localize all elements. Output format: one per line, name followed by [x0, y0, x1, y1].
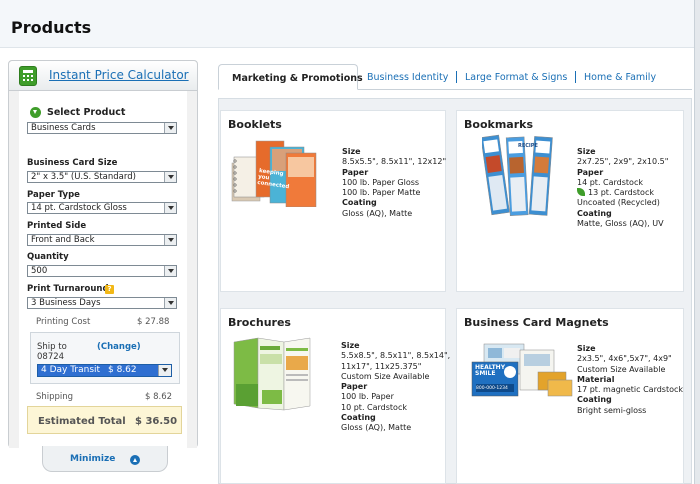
- print-turnaround-value: 3 Business Days: [31, 298, 101, 308]
- bookmarks-spec-list: Size 2x7.25", 2x9", 2x10.5" Paper 14 pt.…: [577, 147, 668, 229]
- printed-side-select[interactable]: Front and Back: [27, 234, 177, 246]
- tab-label: Marketing & Promotions: [232, 73, 363, 84]
- spec-heading: Size: [577, 344, 596, 353]
- spec-heading: Size: [342, 147, 361, 156]
- paper-type-label: Paper Type: [27, 190, 80, 200]
- spec-line: Uncoated (Recycled): [577, 198, 660, 208]
- chevron-down-icon: [164, 172, 176, 182]
- print-turnaround-label: Print Turnaround: [27, 284, 109, 294]
- quantity-value: 500: [31, 266, 48, 276]
- spec-line: 2x7.25", 2x9", 2x10.5": [577, 157, 669, 167]
- magnet-phone-text: 800-000-1234: [476, 386, 508, 391]
- printing-cost-value: $ 27.88: [137, 317, 170, 327]
- chevron-down-icon: [164, 235, 176, 245]
- spec-line: 10 pt. Cardstock: [341, 402, 407, 412]
- transit-value: 4 Day Transit: [41, 365, 101, 375]
- card-size-value: 2" x 3.5" (U.S. Standard): [31, 172, 136, 182]
- paper-type-value: 14 pt. Cardstock Gloss: [31, 203, 127, 213]
- tab-divider: [456, 71, 457, 83]
- estimated-total-value: $ 36.50: [135, 416, 178, 427]
- card-size-label: Business Card Size: [27, 158, 118, 168]
- bookmark-recipe-text: RECIPE: [518, 143, 538, 149]
- tab-home-family[interactable]: Home & Family: [584, 72, 656, 83]
- shipping-label: Shipping: [36, 392, 74, 402]
- page-title: Products: [11, 18, 92, 37]
- select-product-arrow-icon: [30, 107, 41, 118]
- brochures-thumbnail[interactable]: [232, 334, 328, 417]
- spec-heading: Paper: [577, 167, 604, 177]
- paper-type-select[interactable]: 14 pt. Cardstock Gloss: [27, 202, 177, 214]
- ship-zip: 08724: [37, 352, 65, 362]
- spec-line: 11x17", 11x25.375": [341, 361, 422, 371]
- magnets-spec-list: Size 2x3.5", 4x6",5x7", 4x9" Custom Size…: [577, 344, 683, 416]
- spec-heading: Size: [341, 341, 360, 350]
- spec-heading: Paper: [341, 382, 368, 392]
- spec-line: Custom Size Available: [341, 371, 430, 381]
- change-shipping-link[interactable]: (Change): [97, 342, 141, 352]
- spec-heading: Coating: [341, 413, 376, 423]
- calculator-header: Instant Price Calculator: [9, 61, 197, 91]
- spec-line: Gloss (AQ), Matte: [342, 208, 413, 218]
- quantity-label: Quantity: [27, 252, 69, 262]
- spec-heading: Paper: [342, 167, 369, 177]
- spec-line: 2x3.5", 4x6",5x7", 4x9": [577, 354, 672, 364]
- tab-marketing-promotions[interactable]: Marketing & Promotions: [218, 64, 363, 90]
- magnet-headline-text: HEALTHY SMILE: [475, 364, 506, 377]
- tab-business-identity[interactable]: Business Identity: [367, 72, 448, 83]
- ship-to-label: Ship to: [37, 342, 67, 352]
- printed-side-value: Front and Back: [31, 235, 95, 245]
- spec-line: 100 lb. Paper: [341, 392, 394, 402]
- product-select-value: Business Cards: [31, 123, 96, 133]
- chevron-down-icon: [158, 365, 171, 376]
- spec-heading: Size: [577, 147, 596, 156]
- product-select[interactable]: Business Cards: [27, 122, 177, 134]
- printed-side-label: Printed Side: [27, 221, 87, 231]
- chevron-down-icon: [164, 203, 176, 213]
- scrollbar-edge[interactable]: [694, 0, 700, 484]
- spec-heading: Material: [577, 374, 615, 384]
- transit-price: $ 8.62: [108, 365, 137, 375]
- calculator-icon: [19, 66, 37, 86]
- booklets-spec-list: Size 8.5x5.5", 8.5x11", 12x12" Paper 100…: [342, 147, 446, 219]
- spec-line: Gloss (AQ), Matte: [341, 423, 412, 433]
- product-title[interactable]: Business Card Magnets: [464, 316, 609, 329]
- spec-line: Custom Size Available: [577, 364, 666, 374]
- product-title[interactable]: Brochures: [228, 316, 291, 329]
- select-product-label: Select Product: [47, 107, 126, 118]
- instant-price-calculator-link[interactable]: Instant Price Calculator: [49, 68, 189, 82]
- spec-line: Bright semi-gloss: [577, 405, 647, 415]
- print-turnaround-select[interactable]: 3 Business Days: [27, 297, 177, 309]
- chevron-down-icon: [164, 123, 176, 133]
- spec-heading: Coating: [342, 198, 377, 208]
- chevron-down-icon: [164, 298, 176, 308]
- help-icon[interactable]: ?: [105, 285, 114, 294]
- spec-heading: Coating: [577, 395, 612, 405]
- page-header: [0, 0, 700, 48]
- spec-line: 8.5x5.5", 8.5x11", 12x12": [342, 157, 447, 167]
- product-title[interactable]: Bookmarks: [464, 118, 533, 131]
- transit-select[interactable]: 4 Day Transit $ 8.62: [37, 364, 172, 377]
- shipping-value: $ 8.62: [145, 392, 173, 402]
- spec-line: 13 pt. Cardstock: [588, 188, 654, 198]
- spec-line: 17 pt. magnetic Cardstock: [577, 385, 684, 395]
- chevron-up-icon[interactable]: [130, 455, 140, 465]
- brochures-spec-list: Size 5.5x8.5", 8.5x11", 8.5x14", 11x17",…: [341, 341, 450, 434]
- spec-line: 14 pt. Cardstock: [577, 177, 643, 187]
- spec-line: 5.5x8.5", 8.5x11", 8.5x14",: [341, 351, 451, 361]
- printing-cost-label: Printing Cost: [36, 317, 91, 327]
- spec-line: 100 lb. Paper Gloss: [342, 177, 420, 187]
- spec-line: 100 lb. Paper Matte: [342, 188, 421, 198]
- spec-line: Matte, Gloss (AQ), UV: [577, 219, 664, 229]
- tab-large-format-signs[interactable]: Large Format & Signs: [465, 72, 567, 83]
- quantity-select[interactable]: 500: [27, 265, 177, 277]
- card-size-select[interactable]: 2" x 3.5" (U.S. Standard): [27, 171, 177, 183]
- tab-divider: [575, 71, 576, 83]
- estimated-total-label: Estimated Total: [38, 416, 126, 427]
- spec-heading: Coating: [577, 208, 612, 218]
- chevron-down-icon: [164, 266, 176, 276]
- minimize-button[interactable]: Minimize: [70, 454, 115, 464]
- leaf-icon: [577, 188, 585, 197]
- product-title[interactable]: Booklets: [228, 118, 282, 131]
